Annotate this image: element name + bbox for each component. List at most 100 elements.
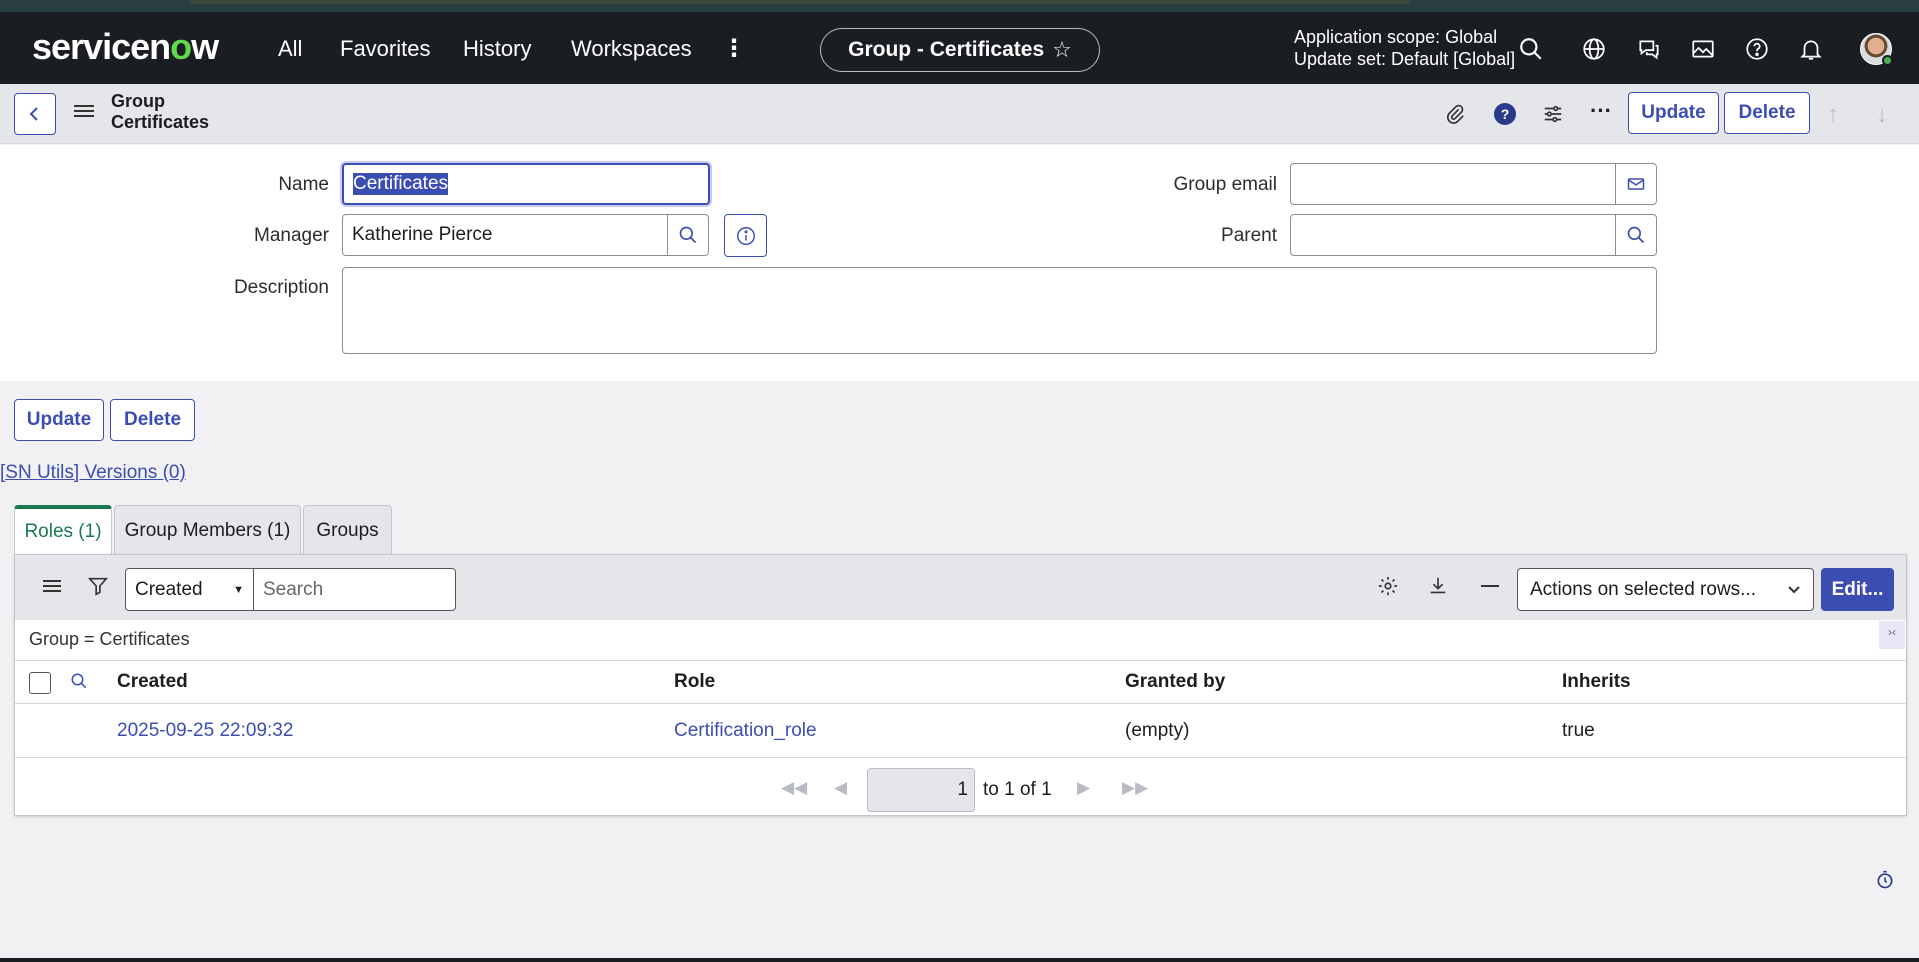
breadcrumb-record: Certificates <box>111 112 210 132</box>
search-field-select[interactable]: Created ▼ <box>125 568 254 611</box>
tab-groups[interactable]: Groups <box>303 505 392 555</box>
online-status-dot <box>1882 55 1893 66</box>
column-inherits[interactable]: Inherits <box>1562 671 1631 693</box>
previous-record-icon[interactable]: ↑ <box>1827 101 1839 129</box>
breadcrumb: Group Certificates <box>111 91 209 133</box>
record-title-pill: Group - Certificates ☆ <box>820 28 1100 72</box>
settings-sliders-icon[interactable] <box>1540 101 1566 127</box>
column-created[interactable]: Created <box>117 671 188 693</box>
nav-history[interactable]: History <box>463 36 531 62</box>
row-role-link[interactable]: Certification_role <box>674 720 817 742</box>
parent-field[interactable] <box>1290 214 1616 256</box>
help-icon[interactable] <box>1744 36 1770 62</box>
collapse-icon[interactable] <box>1481 585 1499 587</box>
scope-info[interactable]: Application scope: Global Update set: De… <box>1294 26 1515 70</box>
download-icon[interactable] <box>1427 575 1449 602</box>
edit-button[interactable]: Edit... <box>1821 568 1894 611</box>
tab-roles[interactable]: Roles (1) <box>14 505 112 555</box>
search-icon[interactable] <box>1518 36 1544 62</box>
nav-all[interactable]: All <box>278 36 302 62</box>
breadcrumb-table: Group <box>111 91 165 111</box>
filter-icon[interactable] <box>87 575 109 602</box>
logo-text: servicen <box>32 26 171 67</box>
timer-icon[interactable] <box>1875 870 1895 895</box>
browser-top-strip <box>0 0 1919 12</box>
header-update-button[interactable]: Update <box>1628 92 1719 134</box>
actions-on-selected-rows-select[interactable]: Actions on selected rows... <box>1517 568 1814 611</box>
update-button[interactable]: Update <box>14 399 104 441</box>
list-header-row: Created Role Granted by Inherits <box>15 660 1906 704</box>
nav-favorites[interactable]: Favorites <box>340 36 430 62</box>
favorite-star-icon[interactable]: ☆ <box>1052 37 1072 63</box>
chevron-down-icon <box>1788 585 1800 593</box>
top-strip-bar <box>190 0 1410 4</box>
description-textarea[interactable] <box>342 267 1657 354</box>
next-page-icon[interactable]: ▶ <box>1077 778 1090 798</box>
row-created-link[interactable]: 2025-09-25 22:09:32 <box>117 720 293 742</box>
search-icon <box>1627 226 1645 244</box>
servicenow-logo[interactable]: servicenow <box>32 26 219 68</box>
user-avatar[interactable] <box>1860 33 1893 66</box>
logo-end: w <box>191 26 219 67</box>
list-toolbar: Created ▼ Search Actions on selected row… <box>15 555 1906 620</box>
manager-info-button[interactable] <box>724 214 767 257</box>
manager-lookup-button[interactable] <box>667 214 709 256</box>
related-list-panel: Created ▼ Search Actions on selected row… <box>14 554 1907 816</box>
application-scope: Application scope: Global <box>1294 27 1498 47</box>
page-range-text: to 1 of 1 <box>983 779 1052 800</box>
page-input[interactable]: 1 <box>867 768 975 812</box>
help-circle-icon[interactable]: ? <box>1492 101 1518 127</box>
column-granted-by[interactable]: Granted by <box>1125 671 1225 693</box>
previous-page-icon[interactable]: ◀ <box>834 778 847 798</box>
last-page-icon[interactable]: ▶▶ <box>1122 778 1148 798</box>
group-email-label: Group email <box>1173 174 1278 195</box>
sn-utils-versions-link[interactable]: [SN Utils] Versions (0) <box>0 462 186 484</box>
bottom-strip <box>0 958 1919 962</box>
filter-breadcrumb[interactable]: Group = Certificates <box>29 629 190 650</box>
list-menu-icon[interactable] <box>43 577 61 595</box>
nav-workspaces[interactable]: Workspaces <box>571 36 692 62</box>
column-role[interactable]: Role <box>674 671 715 693</box>
table-row: 2025-09-25 22:09:32 Certification_role (… <box>15 704 1906 758</box>
logo-o: o <box>170 26 192 67</box>
select-all-checkbox[interactable] <box>29 672 51 694</box>
collapse-side-icon[interactable]: ›‹ <box>1879 621 1905 649</box>
list-search-input[interactable]: Search <box>254 568 456 611</box>
search-field-value: Created <box>135 578 203 600</box>
manager-field[interactable]: Katherine Pierce <box>342 214 668 256</box>
attachment-icon[interactable] <box>1442 101 1468 127</box>
delete-button[interactable]: Delete <box>110 399 195 441</box>
top-navbar: servicenow All Favorites History Workspa… <box>0 12 1919 84</box>
row-inherits: true <box>1562 720 1595 741</box>
picture-icon[interactable] <box>1690 36 1716 62</box>
name-field[interactable]: Certificates <box>342 163 710 205</box>
info-icon <box>736 226 755 245</box>
tab-group-members[interactable]: Group Members (1) <box>114 505 301 555</box>
back-button[interactable] <box>14 93 56 135</box>
name-value: Certificates <box>353 173 449 195</box>
header-delete-button[interactable]: Delete <box>1724 92 1810 134</box>
record-form: Name Certificates Manager Katherine Pier… <box>0 145 1919 381</box>
gear-icon[interactable] <box>1377 575 1399 602</box>
description-label: Description <box>233 277 329 298</box>
send-email-button[interactable] <box>1615 163 1657 205</box>
caret-down-icon: ▼ <box>233 583 244 596</box>
more-menu-icon[interactable]: ⋮ <box>722 34 746 63</box>
chevron-left-icon <box>29 107 38 121</box>
record-title: Group - Certificates <box>848 38 1045 61</box>
next-record-icon[interactable]: ↓ <box>1876 101 1888 129</box>
actions-label: Actions on selected rows... <box>1530 578 1756 600</box>
globe-icon[interactable] <box>1581 36 1607 62</box>
column-search-icon[interactable] <box>70 672 88 695</box>
parent-lookup-button[interactable] <box>1615 214 1657 256</box>
first-page-icon[interactable]: ◀◀ <box>781 778 807 798</box>
group-email-field[interactable] <box>1290 163 1616 205</box>
row-granted-by: (empty) <box>1125 720 1190 741</box>
form-menu-icon[interactable] <box>74 102 94 124</box>
update-set: Update set: Default [Global] <box>1294 49 1516 69</box>
more-actions-icon[interactable]: ··· <box>1588 98 1614 124</box>
chat-icon[interactable] <box>1636 36 1662 62</box>
bell-icon[interactable] <box>1798 36 1824 62</box>
mail-icon <box>1627 178 1645 190</box>
svg-text:?: ? <box>1501 106 1510 122</box>
